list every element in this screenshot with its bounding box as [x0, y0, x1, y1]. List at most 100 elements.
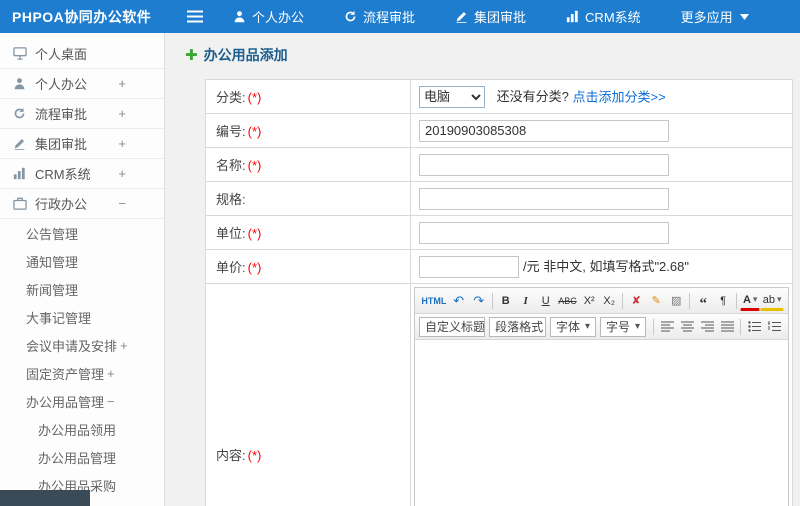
strikethrough-button[interactable]: ABC — [556, 291, 580, 311]
nav-item-label: 个人办公 — [252, 10, 305, 25]
category-label: 分类: — [216, 90, 246, 105]
price-input[interactable] — [419, 255, 519, 278]
subscript-button[interactable]: X₂ — [599, 291, 619, 311]
required-mark: (*) — [247, 226, 262, 241]
sidebar-item-announcement-mgmt[interactable]: 公告管理 — [0, 219, 164, 247]
category-label-cell: 分类: (*) — [205, 79, 411, 114]
menu-icon[interactable] — [187, 10, 203, 23]
superscript-button[interactable]: X² — [579, 291, 599, 311]
sidebar-item-supplies-claim[interactable]: 办公用品领用 — [0, 415, 164, 443]
nav-personal-office[interactable]: 个人办公 — [233, 7, 304, 26]
paragraph-button[interactable]: ¶ — [713, 291, 733, 311]
editor-content-area[interactable] — [415, 340, 788, 506]
nav-item-label: 集团审批 — [474, 10, 527, 25]
category-select[interactable]: 电脑 — [419, 85, 485, 108]
price-label-cell: 单价: (*) — [205, 249, 411, 284]
name-input[interactable] — [419, 153, 669, 176]
form-row-category: 分类: (*) 电脑 还没有分类? 点击添加分类>> — [205, 79, 793, 114]
nav-item-label: CRM系统 — [585, 10, 641, 25]
briefcase-icon — [12, 197, 27, 210]
flow-refresh-icon — [12, 107, 27, 120]
spec-input[interactable] — [419, 187, 669, 210]
custom-heading-dropdown[interactable]: 自定义标题 — [419, 316, 486, 337]
content-label-cell: 内容: (*) — [205, 283, 411, 506]
expand-toggle[interactable]: + — [118, 136, 126, 151]
collapse-toggle[interactable]: − — [118, 196, 126, 211]
fill-color-button[interactable]: ▨ — [666, 291, 686, 311]
sidebar-item-workflow-approval[interactable]: 流程审批 + — [0, 99, 164, 129]
rich-text-editor: HTML ↶ ↷ B I U ABC X² X₂ ✘ ✎ ▨ “ ¶ A ▾ a… — [414, 287, 789, 506]
nav-crm-system[interactable]: CRM系统 — [566, 7, 641, 26]
unit-label-cell: 单位: (*) — [205, 215, 411, 250]
italic-button[interactable]: I — [516, 291, 536, 311]
sidebar-subitem-label: 办公用品管理 — [38, 450, 117, 466]
sidebar-subitem-label: 办公用品管理 — [26, 394, 105, 410]
edit-icon — [12, 137, 27, 150]
sidebar-item-notice-mgmt[interactable]: 通知管理 — [0, 247, 164, 275]
editor-toolbar-row2: 自定义标题 段落格式 字体 字号 — [415, 314, 788, 340]
nav-more-apps[interactable]: 更多应用 — [681, 7, 749, 26]
blockquote-button[interactable]: “ — [693, 291, 713, 312]
expand-toggle[interactable]: + — [107, 366, 115, 381]
font-family-dropdown[interactable]: 字体 — [549, 316, 596, 337]
toolbar-separator — [736, 292, 738, 309]
sidebar-item-personal-desktop[interactable]: 个人桌面 — [0, 39, 164, 69]
align-center-icon[interactable] — [677, 317, 697, 337]
expand-toggle[interactable]: + — [120, 338, 128, 353]
sidebar-item-label: 个人办公 — [35, 77, 88, 92]
sidebar-subitem-label: 会议申请及安排 — [26, 338, 118, 354]
sidebar-item-fixed-assets-mgmt[interactable]: 固定资产管理 + — [0, 359, 164, 387]
sidebar-item-label: CRM系统 — [35, 167, 91, 182]
back-color-button[interactable]: ab — [760, 291, 784, 311]
top-nav-items: 个人办公 流程审批 集团审批 CRM系统 更多应用 — [233, 7, 789, 26]
price-label: 单价: — [216, 260, 246, 275]
redo-button[interactable]: ↷ — [469, 291, 489, 311]
sidebar-item-personal-office[interactable]: 个人办公 + — [0, 69, 164, 99]
font-color-button[interactable]: A — [740, 291, 761, 311]
sidebar-subitem-label: 通知管理 — [26, 254, 79, 270]
expand-toggle[interactable]: + — [118, 166, 126, 181]
expand-toggle[interactable]: + — [118, 106, 126, 121]
align-left-icon[interactable] — [657, 317, 677, 337]
list-ordered-icon[interactable] — [764, 317, 784, 337]
format-painter-button[interactable]: ✎ — [646, 291, 666, 311]
caret-down-icon — [739, 13, 749, 20]
form-row-price: 单价: (*) /元 非中文, 如填写格式"2.68" — [205, 249, 793, 284]
toolbar-separator — [740, 318, 741, 335]
unit-input[interactable] — [419, 221, 669, 244]
price-format-hint: /元 非中文, 如填写格式"2.68" — [523, 259, 689, 274]
sidebar-item-group-approval[interactable]: 集团审批 + — [0, 129, 164, 159]
font-size-dropdown[interactable]: 字号 — [599, 316, 646, 337]
list-unordered-icon[interactable] — [744, 317, 764, 337]
sidebar-item-news-mgmt[interactable]: 新闻管理 — [0, 275, 164, 303]
nav-item-label: 流程审批 — [363, 10, 416, 25]
required-mark: (*) — [247, 124, 262, 139]
sidebar-item-office-supplies-mgmt[interactable]: 办公用品管理 − — [0, 387, 164, 415]
bar-chart-icon — [12, 167, 27, 180]
expand-toggle[interactable]: + — [118, 76, 126, 91]
number-input[interactable] — [419, 119, 669, 142]
add-category-link[interactable]: 点击添加分类>> — [572, 89, 665, 104]
desktop-icon — [12, 47, 27, 60]
paragraph-format-dropdown[interactable]: 段落格式 — [489, 316, 546, 337]
align-justify-icon[interactable] — [717, 317, 737, 337]
toolbar-separator — [491, 292, 493, 309]
toolbar-separator — [689, 292, 691, 309]
form-row-number: 编号: (*) — [205, 113, 793, 148]
undo-button[interactable]: ↶ — [449, 291, 469, 311]
sidebar-item-meeting-request[interactable]: 会议申请及安排 + — [0, 331, 164, 359]
collapse-toggle[interactable]: − — [107, 394, 115, 409]
nav-group-approval[interactable]: 集团审批 — [455, 7, 526, 26]
sidebar-item-admin-office[interactable]: 行政办公 − — [0, 189, 164, 219]
nav-workflow-approval[interactable]: 流程审批 — [344, 7, 415, 26]
bold-button[interactable]: B — [496, 291, 516, 311]
sidebar-item-memorabilia-mgmt[interactable]: 大事记管理 — [0, 303, 164, 331]
underline-button[interactable]: U — [536, 291, 556, 311]
sidebar-item-supplies-manage[interactable]: 办公用品管理 — [0, 443, 164, 471]
remove-format-button[interactable]: ✘ — [626, 291, 646, 311]
number-label: 编号: — [216, 124, 246, 139]
align-right-icon[interactable] — [697, 317, 717, 337]
sidebar-subitem-label: 办公用品领用 — [38, 422, 117, 438]
sidebar-item-crm-system[interactable]: CRM系统 + — [0, 159, 164, 189]
html-source-button[interactable]: HTML — [419, 291, 449, 311]
